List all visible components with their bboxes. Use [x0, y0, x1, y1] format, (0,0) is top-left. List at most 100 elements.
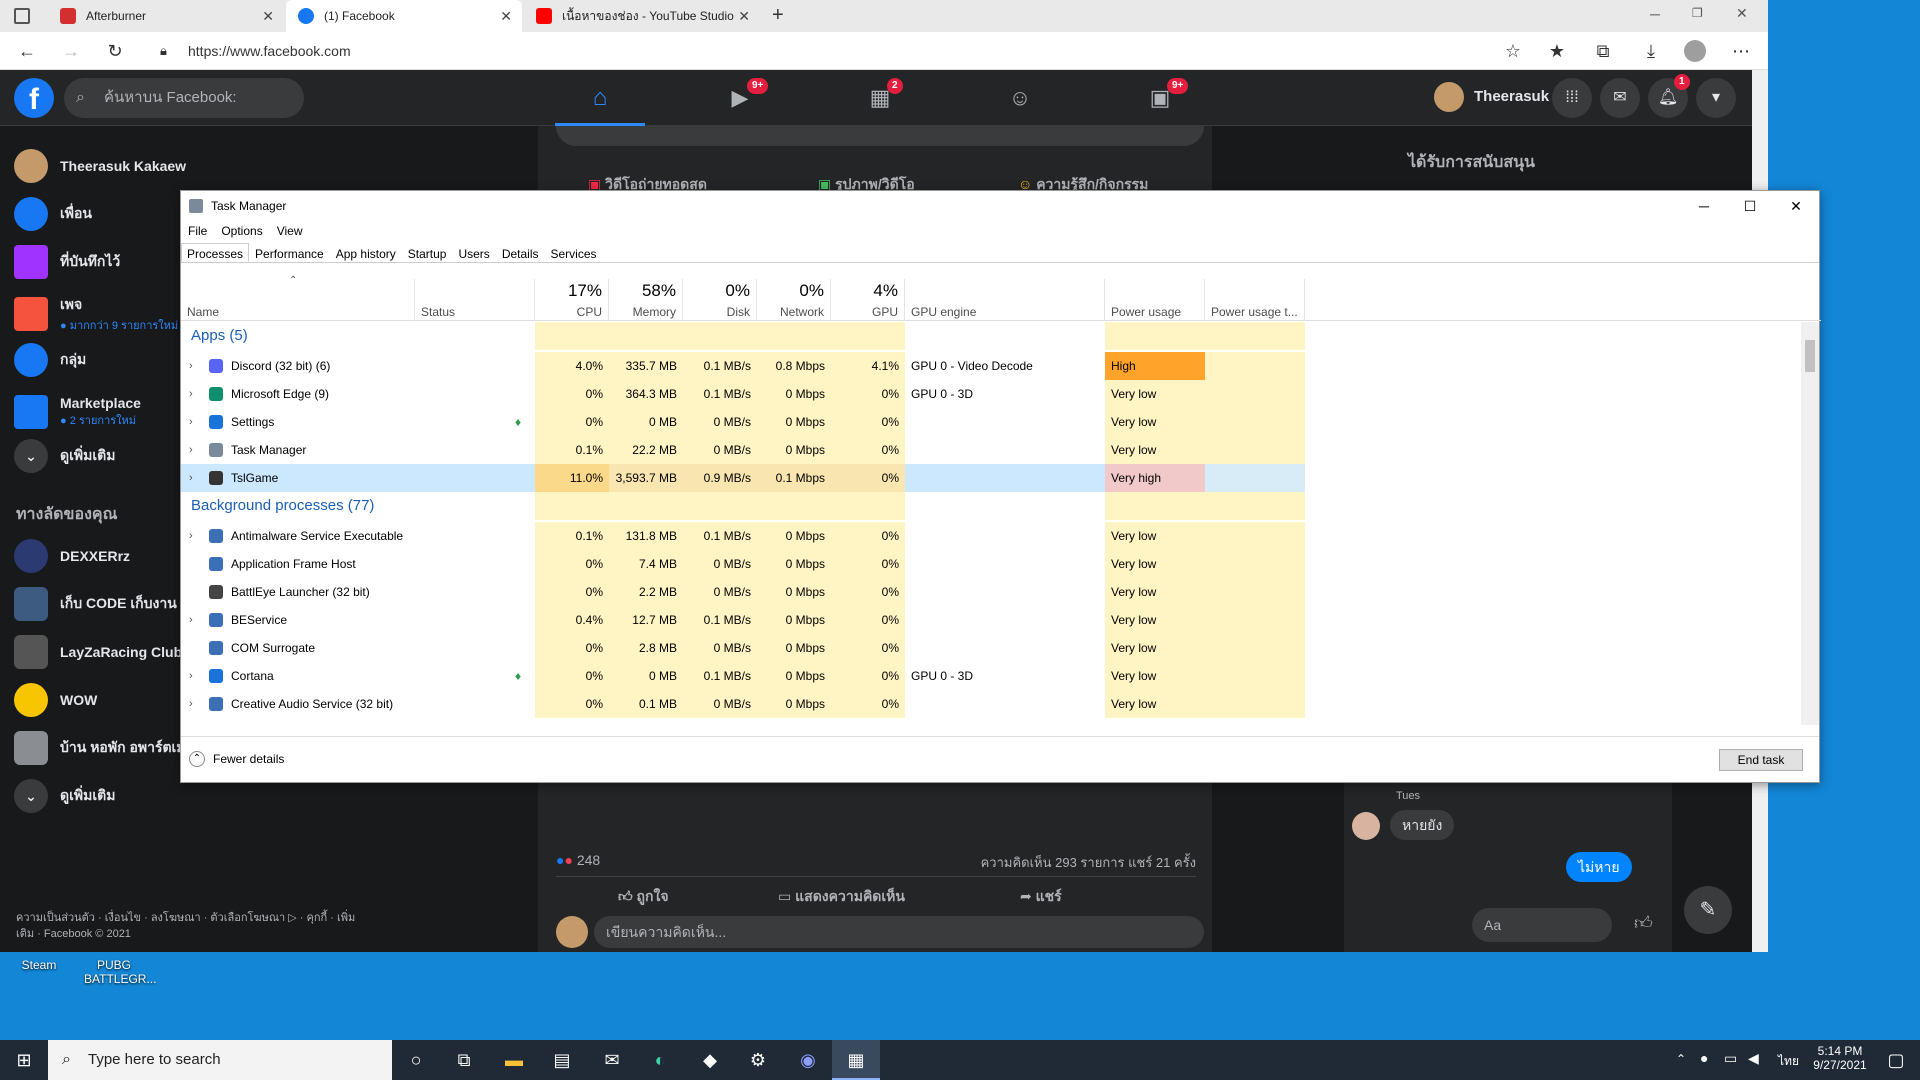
- downloads-icon[interactable]: ⤓: [1640, 40, 1662, 62]
- gaming-nav-icon[interactable]: ▣ 9+: [1115, 70, 1205, 126]
- close-window-button[interactable]: ✕: [1736, 5, 1748, 22]
- col-disk[interactable]: 0% Disk: [683, 279, 757, 321]
- title-bar[interactable]: Task Manager: [181, 191, 1819, 221]
- new-message-icon[interactable]: ✎: [1684, 886, 1732, 934]
- sidebar-item-marketplace[interactable]: Marketplace ● 2 รายการใหม่: [14, 388, 141, 436]
- sidebar-item-saved[interactable]: ที่บันทึกไว้: [14, 242, 120, 282]
- process-row[interactable]: BattlEye Launcher (32 bit) 0% 2.2 MB 0 MB/s…: [181, 578, 1305, 606]
- tray-chevron-icon[interactable]: ⌃: [1676, 1052, 1686, 1066]
- tab-startup[interactable]: Startup: [402, 243, 453, 262]
- col-network[interactable]: 0% Network: [757, 279, 831, 321]
- chevron-right-icon[interactable]: ›: [189, 522, 193, 550]
- facebook-search-input[interactable]: ⌕ ค้นหาบน Facebook:: [64, 78, 304, 118]
- refresh-button[interactable]: ↻: [104, 40, 126, 62]
- sidebar-item-friends[interactable]: เพื่อน: [14, 194, 92, 234]
- network-icon[interactable]: ▭: [1724, 1050, 1737, 1067]
- col-name[interactable]: Name: [181, 279, 415, 321]
- comments-shares[interactable]: ความคิดเห็น 293 รายการ แชร์ 21 ครั้ง: [981, 852, 1196, 873]
- comment-button[interactable]: ▭ แสดงความคิดเห็น: [778, 886, 905, 908]
- menu-options[interactable]: Options: [214, 221, 269, 241]
- process-row[interactable]: › TslGame 11.0% 3,593.7 MB 0.9 MB/s 0.1 Mbps 0…: [181, 464, 1305, 492]
- profile-name[interactable]: Theerasuk: [1474, 88, 1549, 105]
- collections-icon[interactable]: ⧉: [1592, 40, 1614, 62]
- composer-input[interactable]: [556, 126, 1204, 146]
- action-center-icon[interactable]: ▢: [1872, 1040, 1920, 1080]
- chevron-right-icon[interactable]: ›: [189, 352, 193, 380]
- process-row[interactable]: › Antimalware Service Executable 0.1% 131.8…: [181, 522, 1305, 550]
- task-manager-taskbar-icon[interactable]: ▦: [832, 1040, 880, 1080]
- tab-details[interactable]: Details: [496, 243, 545, 262]
- close-icon[interactable]: ✕: [262, 8, 274, 25]
- comment-input[interactable]: เขียนความคิดเห็น...: [594, 916, 1204, 948]
- menu-file[interactable]: File: [181, 221, 214, 241]
- groups-nav-icon[interactable]: ☺: [975, 70, 1065, 126]
- col-cpu[interactable]: 17% CPU: [535, 279, 609, 321]
- close-icon[interactable]: ✕: [500, 8, 512, 25]
- close-icon[interactable]: ✕: [738, 8, 750, 25]
- restore-button[interactable]: ❐: [1692, 6, 1703, 20]
- settings-icon[interactable]: ⚙︎: [734, 1040, 782, 1080]
- chevron-right-icon[interactable]: ›: [189, 464, 193, 492]
- reaction-count[interactable]: ●● 248: [556, 852, 600, 868]
- chevron-right-icon[interactable]: ›: [189, 436, 193, 464]
- col-gpu[interactable]: 4% GPU: [831, 279, 905, 321]
- profile-avatar[interactable]: [1434, 82, 1464, 112]
- back-button[interactable]: ←: [16, 40, 38, 62]
- volume-icon[interactable]: ◀︎: [1748, 1050, 1759, 1067]
- shortcut-item[interactable]: DEXXERrz: [14, 536, 130, 576]
- sidebar-item-groups[interactable]: กลุ่ม: [14, 340, 86, 380]
- close-button[interactable]: ✕: [1773, 191, 1819, 221]
- chevron-right-icon[interactable]: ›: [189, 380, 193, 408]
- marketplace-nav-icon[interactable]: ▦ 2: [835, 70, 925, 126]
- process-row[interactable]: › Task Manager 0.1% 22.2 MB 0 MB/s 0 Mbps 0% Ve…: [181, 436, 1305, 464]
- discord-icon[interactable]: ◉: [784, 1040, 832, 1080]
- pubg-icon[interactable]: ◆: [686, 1040, 734, 1080]
- tab-processes[interactable]: Processes: [181, 243, 250, 262]
- desktop-icon-steam[interactable]: Steam: [16, 958, 62, 972]
- process-row[interactable]: › Microsoft Edge (9) 0% 364.3 MB 0.1 MB/s 0 M…: [181, 380, 1305, 408]
- language-indicator[interactable]: ไทย: [1778, 1052, 1799, 1071]
- minimize-button[interactable]: ─: [1650, 6, 1660, 22]
- chevron-right-icon[interactable]: ›: [189, 690, 193, 718]
- tab-services[interactable]: Services: [545, 243, 603, 262]
- process-row[interactable]: › Cortana ♦ 0% 0 MB 0.1 MB/s 0 Mbps 0% GPU 0 - 3…: [181, 662, 1305, 690]
- messenger-icon[interactable]: ✉: [1600, 78, 1640, 118]
- tab-app-history[interactable]: App history: [330, 243, 402, 262]
- facebook-logo[interactable]: f: [14, 78, 54, 118]
- file-explorer-icon[interactable]: ▬: [490, 1040, 538, 1080]
- notifications-icon[interactable]: 🔔︎ 1: [1648, 74, 1690, 118]
- process-list-scrollbar[interactable]: [1801, 322, 1819, 725]
- col-power-trend[interactable]: Power usage t...: [1205, 279, 1305, 321]
- home-nav-icon[interactable]: ⌂: [555, 70, 645, 126]
- mail-icon[interactable]: ✉: [588, 1040, 636, 1080]
- sidebar-item-see-more[interactable]: ⌄ ดูเพิ่มเติม: [14, 436, 115, 476]
- chat-input[interactable]: Aa: [1472, 908, 1612, 942]
- process-row[interactable]: COM Surrogate 0% 2.8 MB 0 MB/s 0 Mbps 0% Very …: [181, 634, 1305, 662]
- chevron-right-icon[interactable]: ›: [189, 606, 193, 634]
- col-gpu-engine[interactable]: GPU engine: [905, 279, 1105, 321]
- shortcut-item[interactable]: เก็บ CODE เก็บงาน: [14, 584, 177, 624]
- taskbar-search-input[interactable]: ⌕ Type here to search: [48, 1040, 392, 1080]
- microphone-icon[interactable]: ●: [1700, 1050, 1708, 1066]
- process-row[interactable]: › BEService 0.4% 12.7 MB 0.1 MB/s 0 Mbps 0% Ver…: [181, 606, 1305, 634]
- clock[interactable]: 5:14 PM 9/27/2021: [1808, 1044, 1872, 1072]
- fewer-details-button[interactable]: ⌃ Fewer details: [189, 751, 284, 767]
- scrollbar-thumb[interactable]: [1805, 340, 1815, 372]
- thumbs-up-icon[interactable]: 👍︎: [1634, 912, 1653, 934]
- process-row[interactable]: › Creative Audio Service (32 bit) 0% 0.1 MB…: [181, 690, 1305, 718]
- end-task-button[interactable]: End task: [1719, 749, 1803, 771]
- tab-youtube-studio[interactable]: เนื้อหาของช่อง - YouTube Studio ✕: [524, 0, 760, 32]
- maximize-button[interactable]: ☐: [1727, 191, 1773, 221]
- col-status[interactable]: Status: [415, 279, 535, 321]
- like-button[interactable]: 👍︎ ถูกใจ: [618, 886, 669, 908]
- menu-view[interactable]: View: [270, 221, 310, 241]
- shortcut-see-more[interactable]: ⌄ ดูเพิ่มเติม: [14, 776, 115, 816]
- sidebar-item-pages[interactable]: เพจ ● มากกว่า 9 รายการใหม่: [14, 290, 178, 338]
- shortcut-item[interactable]: LayZaRacing Club: [14, 632, 182, 672]
- shortcut-item[interactable]: WOW: [14, 680, 97, 720]
- process-row[interactable]: › Settings ♦ 0% 0 MB 0 MB/s 0 Mbps 0% Very low: [181, 408, 1305, 436]
- account-menu-icon[interactable]: ▾: [1696, 78, 1736, 118]
- address-field[interactable]: 🔒︎ https://www.facebook.com: [160, 39, 1520, 63]
- process-row[interactable]: Application Frame Host 0% 7.4 MB 0 MB/s 0 Mb…: [181, 550, 1305, 578]
- tab-users[interactable]: Users: [452, 243, 495, 262]
